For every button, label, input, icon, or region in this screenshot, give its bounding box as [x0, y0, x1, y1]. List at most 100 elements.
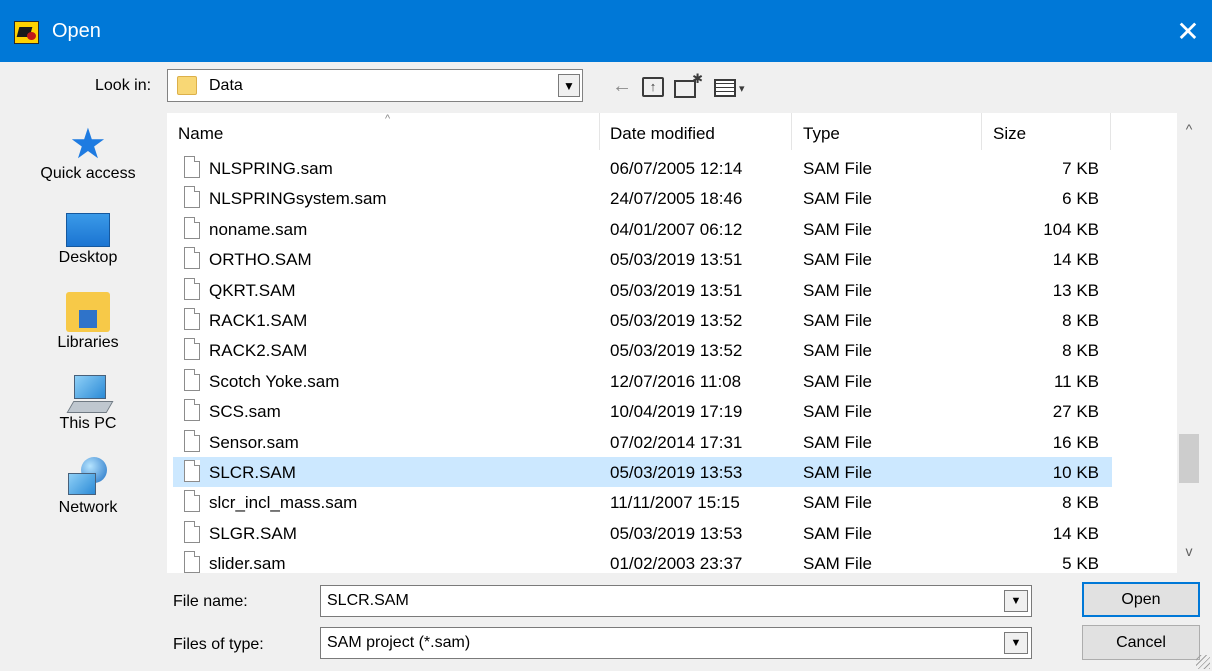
file-name-input[interactable]: SLCR.SAM: [327, 592, 409, 610]
place-label: Network: [58, 499, 118, 516]
file-name: Sensor.sam: [209, 432, 299, 452]
file-date: 05/03/2019 13:51: [610, 250, 743, 270]
desktop-icon: [66, 213, 110, 247]
file-size: 13 KB: [1052, 280, 1099, 300]
file-name: QKRT.SAM: [209, 280, 296, 300]
view-menu-icon[interactable]: [714, 79, 736, 97]
place-label: Libraries: [57, 334, 119, 351]
file-date: 01/02/2003 23:37: [610, 554, 743, 573]
column-date-modified[interactable]: Date modified: [610, 124, 715, 144]
up-folder-icon[interactable]: ↑: [642, 77, 664, 97]
place-libraries[interactable]: Libraries: [26, 292, 150, 352]
scroll-thumb[interactable]: [1179, 434, 1199, 483]
file-size: 104 KB: [1043, 219, 1099, 239]
file-row[interactable]: slider.sam 01/02/2003 23:37 SAM File 5 KB: [173, 548, 1112, 573]
file-size: 8 KB: [1062, 493, 1099, 513]
place-this-pc[interactable]: This PC: [26, 375, 150, 433]
file-row[interactable]: SCS.sam 10/04/2019 17:19 SAM File 27 KB: [173, 396, 1112, 426]
file-type: SAM File: [803, 523, 872, 543]
cancel-button[interactable]: Cancel: [1082, 625, 1200, 660]
file-name-label: File name:: [173, 593, 248, 610]
file-row[interactable]: NLSPRINGsystem.sam 24/07/2005 18:46 SAM Fi…: [173, 183, 1112, 213]
file-date: 05/03/2019 13:51: [610, 280, 743, 300]
column-divider[interactable]: [1110, 113, 1111, 150]
file-icon: [184, 520, 200, 543]
file-row[interactable]: Sensor.sam 07/02/2014 17:31 SAM File 16 KB: [173, 427, 1112, 457]
window-title: Open: [52, 20, 101, 42]
column-type[interactable]: Type: [803, 124, 840, 144]
file-row[interactable]: RACK1.SAM 05/03/2019 13:52 SAM File 8 KB: [173, 305, 1112, 335]
file-size: 6 KB: [1062, 189, 1099, 209]
file-type: SAM File: [803, 432, 872, 452]
column-size[interactable]: Size: [993, 124, 1026, 144]
file-type-dropdown-icon[interactable]: ▼: [1004, 632, 1028, 654]
file-type: SAM File: [803, 280, 872, 300]
file-size: 10 KB: [1052, 463, 1099, 482]
file-type-select[interactable]: SAM project (*.sam) ▼: [320, 627, 1032, 659]
file-name: RACK2.SAM: [209, 341, 308, 361]
file-name-dropdown-icon[interactable]: ▼: [1004, 590, 1028, 612]
file-name-combo[interactable]: SLCR.SAM ▼: [320, 585, 1032, 617]
column-name[interactable]: Name: [178, 124, 223, 144]
file-row[interactable]: QKRT.SAM 05/03/2019 13:51 SAM File 13 KB: [173, 275, 1112, 305]
file-size: 27 KB: [1052, 402, 1099, 422]
file-icon: [184, 551, 200, 573]
view-menu-arrow-icon[interactable]: ▾: [739, 77, 745, 101]
file-list[interactable]: Name ^ Date modified Type Size NLSPRING.…: [167, 113, 1201, 573]
look-in-label: Look in:: [95, 77, 152, 94]
file-size: 14 KB: [1052, 523, 1099, 543]
file-row[interactable]: NLSPRING.sam 06/07/2005 12:14 SAM File 7 KB: [173, 153, 1112, 183]
place-network[interactable]: Network: [26, 457, 150, 517]
sort-arrow-icon: ^: [385, 113, 391, 125]
file-date: 05/03/2019 13:52: [610, 311, 743, 330]
look-in-value: Data: [209, 77, 243, 94]
file-icon: [184, 429, 200, 452]
file-type: SAM File: [803, 554, 872, 573]
file-type: SAM File: [803, 219, 872, 239]
file-row[interactable]: ORTHO.SAM 05/03/2019 13:51 SAM File 14 KB: [173, 244, 1112, 274]
file-type-value: SAM project (*.sam): [327, 634, 471, 651]
file-row[interactable]: RACK2.SAM 05/03/2019 13:52 SAM File 8 KB: [173, 335, 1112, 365]
look-in-dropdown-button[interactable]: ▼: [558, 74, 580, 97]
file-name: NLSPRINGsystem.sam: [209, 189, 387, 209]
file-icon: [184, 338, 200, 361]
file-size: 8 KB: [1062, 311, 1099, 330]
column-divider[interactable]: [599, 113, 600, 150]
file-name: Scotch Yoke.sam: [209, 371, 340, 391]
place-label: Quick access: [40, 165, 136, 182]
new-folder-icon[interactable]: ✱: [674, 72, 703, 98]
app-icon: [14, 21, 39, 44]
vertical-scrollbar[interactable]: ^ v: [1177, 113, 1201, 573]
file-name: ORTHO.SAM: [209, 250, 312, 270]
file-size: 8 KB: [1062, 341, 1099, 361]
file-row[interactable]: noname.sam 04/01/2007 06:12 SAM File 104 KB: [173, 214, 1112, 244]
file-size: 7 KB: [1062, 159, 1099, 178]
look-in-combo[interactable]: Data ▼: [167, 69, 583, 102]
column-divider[interactable]: [791, 113, 792, 150]
folder-icon: [177, 76, 197, 95]
file-row[interactable]: Scotch Yoke.sam 12/07/2016 11:08 SAM File 1…: [173, 366, 1112, 396]
file-row[interactable]: SLGR.SAM 05/03/2019 13:53 SAM File 14 KB: [173, 518, 1112, 548]
open-button[interactable]: Open: [1082, 582, 1200, 617]
back-icon[interactable]: ←: [612, 74, 632, 98]
column-divider[interactable]: [981, 113, 982, 150]
file-icon: [184, 247, 200, 270]
resize-grip[interactable]: [1196, 655, 1210, 669]
file-date: 05/03/2019 13:53: [610, 463, 743, 482]
place-quick-access[interactable]: ★ Quick access: [26, 120, 150, 183]
file-date: 06/07/2005 12:14: [610, 159, 743, 178]
file-date: 05/03/2019 13:52: [610, 341, 743, 361]
star-icon: ★: [69, 120, 107, 167]
file-type: SAM File: [803, 159, 872, 178]
file-row[interactable]: SLCR.SAM 05/03/2019 13:53 SAM File 10 KB: [173, 457, 1112, 487]
places-bar: ★ Quick access Desktop Libraries This PC…: [26, 115, 150, 555]
close-button[interactable]: ✕: [1164, 0, 1212, 62]
scroll-down-icon[interactable]: v: [1177, 543, 1201, 563]
file-type: SAM File: [803, 311, 872, 330]
place-desktop[interactable]: Desktop: [26, 213, 150, 267]
file-type: SAM File: [803, 402, 872, 422]
file-size: 16 KB: [1052, 432, 1099, 452]
file-icon: [184, 460, 200, 482]
scroll-up-icon[interactable]: ^: [1177, 121, 1201, 141]
file-row[interactable]: slcr_incl_mass.sam 11/11/2007 15:15 SAM Fi…: [173, 487, 1112, 517]
